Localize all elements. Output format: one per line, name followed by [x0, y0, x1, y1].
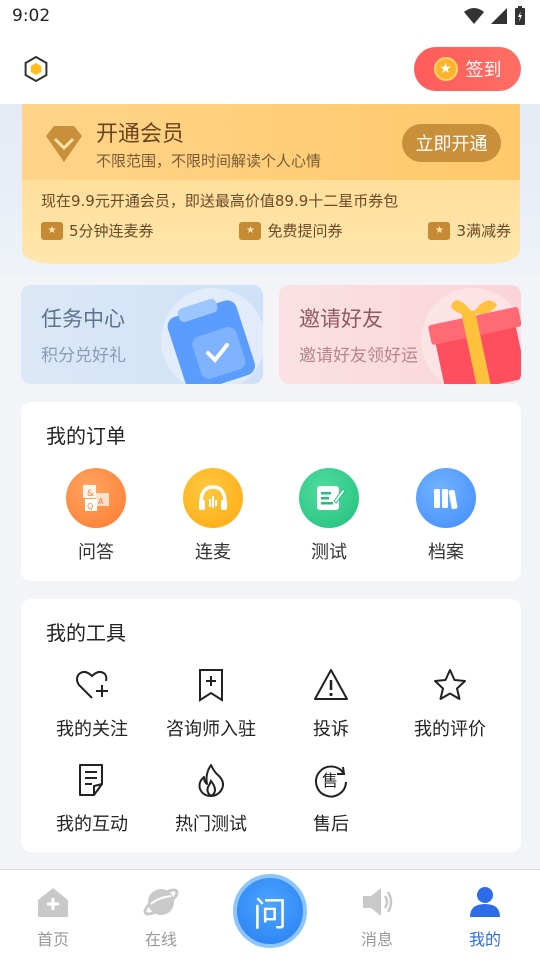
order-item-voice[interactable]: 连麦 — [163, 468, 263, 564]
svg-text:&: & — [87, 489, 94, 499]
bottom-tab-bar: 首页 在线 问 消息 我的 — [0, 869, 540, 960]
tab-mine[interactable]: 我的 — [445, 884, 525, 950]
vip-open-button[interactable]: 立即开通 — [402, 124, 501, 162]
warning-icon — [314, 669, 348, 700]
status-bar: 9:02 — [0, 0, 540, 34]
tool-label: 我的评价 — [414, 719, 486, 740]
my-tools-card: 我的工具 我的关注 咨询师入驻 投诉 我的评价 我的互动 热门测试 售 售后 — [21, 599, 521, 852]
order-label: 问答 — [78, 542, 114, 563]
flame-icon — [198, 764, 224, 797]
tab-label: 消息 — [360, 930, 393, 949]
diamond-icon — [46, 126, 82, 162]
tab-label: 在线 — [144, 930, 177, 949]
my-orders-card: 我的订单 & Q A 问答 连麦 测试 档案 — [21, 402, 521, 581]
tab-home[interactable]: 首页 — [13, 884, 93, 950]
vip-coupon-list: ★ 5分钟连麦券 ★ 免费提问券 ★ 3满减券 — [41, 220, 511, 241]
order-item-qa[interactable]: & Q A 问答 — [46, 468, 146, 564]
user-icon — [470, 887, 500, 917]
ticket-icon: ★ — [41, 221, 63, 240]
tool-item-hot-tests[interactable]: 热门测试 — [151, 762, 271, 836]
planet-icon — [143, 888, 179, 916]
tab-label: 首页 — [36, 930, 69, 949]
invite-friends-subtitle: 邀请好友领好运 — [299, 346, 418, 366]
invite-friends-card[interactable]: 邀请好友 邀请好友领好运 — [279, 285, 521, 384]
order-label: 测试 — [311, 542, 347, 563]
tool-item-complaint[interactable]: 投诉 — [271, 667, 391, 741]
order-label: 档案 — [428, 542, 464, 563]
status-icons — [464, 6, 526, 26]
tool-item-after-sales[interactable]: 售 售后 — [271, 762, 391, 836]
coupon-item: ★ 5分钟连麦券 — [41, 220, 154, 241]
svg-text:A: A — [98, 497, 104, 506]
gift-icon — [421, 288, 521, 384]
battery-icon — [515, 6, 525, 25]
order-item-archive[interactable]: 档案 — [396, 468, 496, 564]
tool-item-reviews[interactable]: 我的评价 — [390, 667, 510, 741]
checkin-label: 签到 — [465, 60, 502, 81]
ask-question-button[interactable]: 问 — [233, 874, 307, 948]
invite-friends-title: 邀请好友 — [299, 307, 383, 331]
vip-card[interactable]: 开通会员 不限范围，不限时间解读个人心情 立即开通 现在9.9元开通会员，即送最… — [22, 104, 520, 264]
coupon-label: 3满减券 — [456, 222, 511, 240]
task-center-title: 任务中心 — [41, 307, 125, 331]
coupon-label: 5分钟连麦券 — [69, 222, 154, 240]
tool-label: 我的互动 — [56, 814, 128, 835]
qa-icon: & Q A — [66, 468, 126, 528]
coupon-item: ★ 免费提问券 — [239, 220, 343, 241]
my-orders-title: 我的订单 — [46, 424, 126, 448]
order-item-test[interactable]: 测试 — [279, 468, 379, 564]
heart-plus-icon — [76, 670, 108, 699]
archive-books-icon — [416, 468, 476, 528]
tool-item-interaction[interactable]: 我的互动 — [32, 762, 152, 836]
signal-icon — [491, 8, 507, 24]
header: ★ 签到 — [0, 34, 540, 104]
tab-online[interactable]: 在线 — [121, 884, 201, 950]
speaker-icon — [363, 888, 393, 916]
wifi-icon — [464, 8, 484, 24]
coupon-item: ★ 3满减券 — [428, 220, 511, 241]
tool-label: 咨询师入驻 — [166, 719, 256, 740]
vip-subtitle: 不限范围，不限时间解读个人心情 — [96, 152, 322, 170]
tool-label: 售后 — [313, 814, 349, 835]
home-icon — [38, 888, 68, 917]
order-label: 连麦 — [195, 542, 231, 563]
svg-text:售: 售 — [322, 771, 338, 790]
status-time: 9:02 — [12, 6, 51, 26]
my-tools-title: 我的工具 — [46, 621, 126, 645]
tab-messages[interactable]: 消息 — [337, 884, 417, 950]
coin-icon: ★ — [433, 57, 458, 81]
task-center-card[interactable]: 任务中心 积分兑好礼 — [21, 285, 263, 384]
tool-label: 热门测试 — [175, 814, 247, 835]
svg-text:Q: Q — [87, 502, 93, 511]
bookmark-plus-icon — [199, 669, 223, 702]
ticket-icon: ★ — [428, 221, 451, 240]
vip-offer-text: 现在9.9元开通会员，即送最高价值89.9十二星币券包 — [41, 192, 399, 210]
coupon-label: 免费提问券 — [267, 222, 343, 240]
after-sales-icon: 售 — [315, 765, 347, 798]
headphones-icon — [183, 468, 243, 528]
ask-button-label: 问 — [253, 894, 287, 935]
tool-item-follow[interactable]: 我的关注 — [32, 667, 152, 741]
tool-item-counselor-join[interactable]: 咨询师入驻 — [151, 667, 271, 741]
document-icon — [79, 764, 103, 796]
vip-title: 开通会员 — [96, 122, 185, 147]
tool-label: 我的关注 — [56, 719, 128, 740]
tab-label: 我的 — [468, 930, 501, 949]
test-edit-icon — [299, 468, 359, 528]
clipboard-check-icon — [161, 288, 263, 384]
vip-section: 开通会员 不限范围，不限时间解读个人心情 立即开通 现在9.9元开通会员，即送最… — [0, 104, 540, 274]
tool-label: 投诉 — [313, 719, 349, 740]
star-icon — [434, 669, 466, 700]
settings-icon[interactable] — [22, 55, 50, 83]
task-center-subtitle: 积分兑好礼 — [41, 346, 126, 366]
ticket-icon: ★ — [239, 221, 262, 240]
checkin-button[interactable]: ★ 签到 — [414, 47, 521, 91]
